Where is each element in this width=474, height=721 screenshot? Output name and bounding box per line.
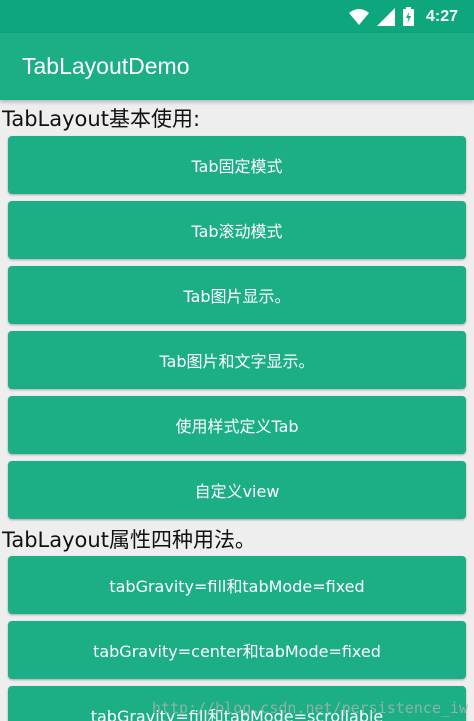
watermark: http://blog.csdn.net/persistence_iw [151,699,468,717]
button-styled-tab[interactable]: 使用样式定义Tab [8,396,466,454]
button-center-fixed[interactable]: tabGravity=center和tabMode=fixed [8,621,466,679]
button-tab-image-text[interactable]: Tab图片和文字显示。 [8,331,466,389]
section-title-basic: TabLayout基本使用: [2,107,201,131]
signal-icon [376,7,395,26]
status-bar: 4:27 [0,0,474,33]
section-title-props: TabLayout属性四种用法。 [2,528,256,552]
main-content[interactable]: TabLayout基本使用: Tab固定模式 Tab滚动模式 Tab图片显示。 … [0,100,474,721]
button-tab-image[interactable]: Tab图片显示。 [8,266,466,324]
button-tab-fixed-mode[interactable]: Tab固定模式 [8,136,466,194]
button-fill-fixed[interactable]: tabGravity=fill和tabMode=fixed [8,556,466,614]
status-time: 4:27 [425,7,458,25]
button-tab-scroll-mode[interactable]: Tab滚动模式 [8,201,466,259]
button-custom-view[interactable]: 自定义view [8,461,466,519]
app-bar: TabLayoutDemo [0,33,474,100]
app-title: TabLayoutDemo [22,53,190,79]
wifi-icon [348,8,369,26]
battery-charging-icon [402,7,414,26]
